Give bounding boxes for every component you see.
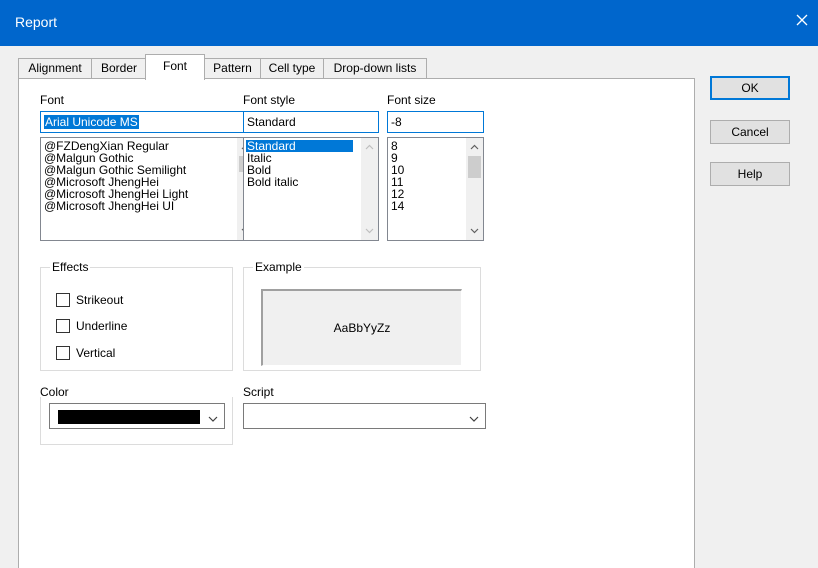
tab-font[interactable]: Font (145, 54, 205, 80)
script-select[interactable] (243, 403, 486, 429)
font-name-items: @FZDengXian Regular @Malgun Gothic @Malg… (43, 140, 188, 212)
chevron-down-icon[interactable] (466, 224, 483, 238)
chevron-up-icon[interactable] (466, 140, 483, 154)
font-name-input[interactable]: Arial Unicode MS (40, 111, 255, 133)
tab-alignment[interactable]: Alignment (18, 58, 92, 79)
vertical-label: Vertical (76, 346, 116, 360)
font-tab-panel: Font Arial Unicode MS @FZDengXian Regula… (18, 78, 695, 568)
font-name-value: Arial Unicode MS (44, 115, 139, 129)
tab-pattern[interactable]: Pattern (204, 58, 261, 79)
chevron-down-icon[interactable] (361, 224, 378, 238)
chevron-down-icon[interactable] (469, 412, 479, 422)
font-label: Font (40, 93, 65, 107)
font-size-input[interactable]: -8 (387, 111, 484, 133)
color-swatch (58, 410, 200, 424)
font-style-items: Standard Italic Bold Bold italic (246, 140, 360, 188)
chevron-down-icon[interactable] (208, 412, 218, 422)
ok-button[interactable]: OK (710, 76, 790, 100)
window-title: Report (15, 14, 58, 30)
font-style-list[interactable]: Standard Italic Bold Bold italic (243, 137, 379, 241)
effects-label: Effects (50, 260, 91, 274)
font-size-list[interactable]: 8 9 10 11 12 14 (387, 137, 484, 241)
list-item[interactable]: 14 (390, 200, 404, 212)
example-text: AaBbYyZz (333, 321, 391, 335)
list-item[interactable]: Bold italic (246, 176, 360, 188)
checkbox-box[interactable] (56, 346, 70, 360)
font-name-list[interactable]: @FZDengXian Regular @Malgun Gothic @Malg… (40, 137, 255, 241)
tab-drop-down-lists[interactable]: Drop-down lists (323, 58, 427, 79)
title-bar: Report (0, 0, 818, 46)
font-size-scrollbar[interactable] (466, 138, 483, 240)
font-size-items: 8 9 10 11 12 14 (390, 140, 404, 212)
font-style-input[interactable]: Standard (243, 111, 379, 133)
font-size-label: Font size (387, 93, 436, 107)
vertical-checkbox[interactable]: Vertical (56, 346, 176, 362)
strikeout-label: Strikeout (76, 293, 124, 307)
color-label: Color (40, 385, 69, 399)
underline-label: Underline (76, 319, 128, 333)
underline-checkbox[interactable]: Underline (56, 319, 176, 335)
list-item[interactable]: @Microsoft JhengHei UI (43, 200, 188, 212)
dialog-client: Alignment Border Font Pattern Cell type … (0, 46, 818, 568)
strikeout-checkbox[interactable]: Strikeout (56, 293, 176, 309)
help-button[interactable]: Help (710, 162, 790, 186)
checkbox-box[interactable] (56, 293, 70, 307)
chevron-up-icon[interactable] (361, 140, 378, 154)
example-label: Example (253, 260, 304, 274)
checkbox-box[interactable] (56, 319, 70, 333)
tab-cell-type[interactable]: Cell type (260, 58, 324, 79)
example-preview: AaBbYyZz (261, 289, 462, 366)
font-style-label: Font style (243, 93, 296, 107)
color-select[interactable] (49, 403, 225, 429)
cancel-button[interactable]: Cancel (710, 120, 790, 144)
script-label: Script (243, 385, 274, 399)
tab-border[interactable]: Border (91, 58, 147, 79)
scrollbar-thumb[interactable] (468, 156, 481, 178)
close-icon[interactable] (792, 10, 812, 30)
font-style-scrollbar[interactable] (361, 138, 378, 240)
